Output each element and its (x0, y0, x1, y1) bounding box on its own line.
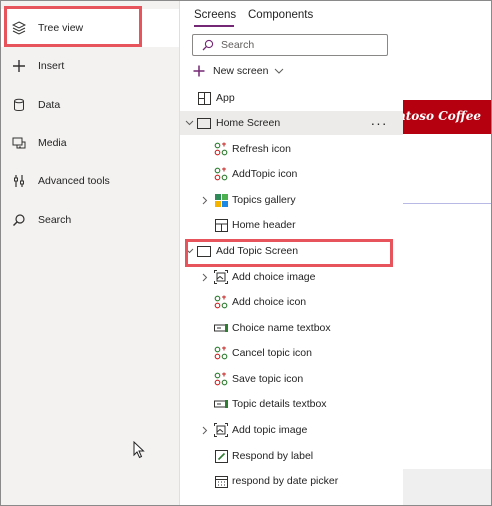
app-banner: ntoso Coffee (403, 100, 491, 134)
tree-row-choice-name-textbox[interactable]: Choice name textbox (180, 316, 404, 340)
tree-row-topics-gallery[interactable]: Topics gallery (180, 188, 404, 212)
nav-media-label: Media (38, 137, 67, 149)
tree-row-respond-by-label[interactable]: Respond by label (180, 444, 404, 468)
tree-row-label: Topic details textbox (232, 398, 327, 410)
tree-view-pane: Screens Components New screen App (179, 1, 404, 505)
tree-row-label: Topics gallery (232, 194, 296, 206)
screen-icon (197, 244, 211, 258)
nav-insert-label: Insert (38, 60, 65, 72)
preview-divider (403, 203, 491, 204)
shapes-icon (214, 167, 228, 181)
tree-row-home-header[interactable]: Home header (180, 213, 404, 237)
tree-row-addtopic-icon[interactable]: AddTopic icon (180, 162, 404, 186)
nav-data[interactable]: Data (1, 86, 179, 124)
search-icon (11, 212, 27, 228)
tree-row-label: Add choice icon (232, 296, 307, 308)
media-icon (11, 135, 27, 151)
image-icon (214, 270, 228, 284)
tree-row-label: Add topic image (232, 424, 308, 436)
tree-row-topic-details-textbox[interactable]: Topic details textbox (180, 392, 404, 416)
plus-icon (11, 58, 27, 74)
chevron-right-icon[interactable] (200, 195, 210, 205)
tree-row-label: Home Screen (216, 117, 281, 129)
tree-row-label: Add Topic Screen (216, 245, 299, 257)
nav-search-label: Search (38, 214, 72, 226)
tree-row-label: Respond by label (232, 450, 314, 462)
screen-icon (197, 116, 211, 130)
nav-insert[interactable]: Insert (1, 47, 179, 85)
tree-row-add-choice-image[interactable]: Add choice image (180, 265, 404, 289)
tree-row-add-topic-image[interactable]: Add topic image (180, 418, 404, 442)
mouse-cursor-icon (133, 440, 145, 462)
tree-row-label: Home header (232, 219, 296, 231)
tab-screens[interactable]: Screens (194, 9, 236, 21)
chevron-down-icon[interactable] (184, 246, 194, 256)
more-options-icon[interactable]: ··· (370, 115, 388, 131)
shapes-icon (214, 295, 228, 309)
canvas-margin (403, 469, 491, 505)
tree-row-respond-by-date-picker[interactable]: respond by date picker (180, 469, 404, 493)
tab-active-indicator (194, 25, 234, 27)
label-icon (214, 449, 228, 463)
textbox-icon (214, 397, 228, 411)
nav-tree-view[interactable]: Tree view (1, 9, 179, 47)
tree-row-label: Choice name textbox (232, 322, 331, 334)
image-icon (214, 423, 228, 437)
tree-row-home-screen[interactable]: Home Screen ··· (180, 111, 404, 135)
new-screen-label: New screen (213, 65, 269, 77)
nav-data-label: Data (38, 99, 61, 111)
tree-row-add-choice-icon[interactable]: Add choice icon (180, 290, 404, 314)
tools-icon (11, 173, 27, 189)
new-screen-button[interactable]: New screen (192, 62, 284, 80)
screen-preview[interactable]: ntoso Coffee (403, 1, 491, 469)
calendar-icon (214, 474, 228, 488)
nav-media[interactable]: Media (1, 124, 179, 162)
tab-components[interactable]: Components (248, 9, 313, 21)
tree-row-cancel-topic-icon[interactable]: Cancel topic icon (180, 341, 404, 365)
tree-row-label: Cancel topic icon (232, 347, 312, 359)
left-nav: Tree view Insert Data Media Advanced too… (1, 1, 179, 505)
gallery-icon (214, 193, 228, 207)
tree-row-save-topic-icon[interactable]: Save topic icon (180, 367, 404, 391)
nav-tree-view-label: Tree view (38, 22, 84, 34)
tree-search-input[interactable] (221, 39, 381, 51)
tree-row-label: App (216, 92, 235, 104)
chevron-right-icon[interactable] (200, 272, 210, 282)
plus-icon (192, 64, 206, 78)
tree-row-label: AddTopic icon (232, 168, 298, 180)
header-icon (214, 218, 228, 232)
shapes-icon (214, 372, 228, 386)
chevron-right-icon[interactable] (200, 425, 210, 435)
shapes-icon (214, 142, 228, 156)
chevron-down-icon[interactable] (184, 118, 194, 128)
tree-row-add-topic-screen[interactable]: Add Topic Screen (180, 239, 404, 263)
tree-row-label: Save topic icon (232, 373, 304, 385)
tree-row-label: Refresh icon (232, 143, 291, 155)
tree-row-app[interactable]: App (180, 86, 404, 110)
tree-tabs: Screens Components (180, 1, 404, 27)
layers-icon (11, 20, 27, 36)
tree-row-label: Add choice image (232, 271, 316, 283)
banner-title: ntoso Coffee (403, 109, 481, 123)
nav-advanced-tools-label: Advanced tools (38, 175, 110, 187)
chevron-down-icon (274, 68, 284, 74)
app-window: Tree view Insert Data Media Advanced too… (0, 0, 492, 506)
shapes-icon (214, 346, 228, 360)
tree-search-box[interactable] (192, 34, 388, 56)
nav-search[interactable]: Search (1, 201, 179, 239)
nav-advanced-tools[interactable]: Advanced tools (1, 162, 179, 200)
app-icon (197, 91, 211, 105)
search-icon (201, 38, 215, 52)
canvas-area[interactable]: ntoso Coffee (403, 1, 491, 505)
textbox-icon (214, 321, 228, 335)
tree-row-refresh-icon[interactable]: Refresh icon (180, 137, 404, 161)
database-icon (11, 97, 27, 113)
tree-row-label: respond by date picker (232, 475, 339, 487)
